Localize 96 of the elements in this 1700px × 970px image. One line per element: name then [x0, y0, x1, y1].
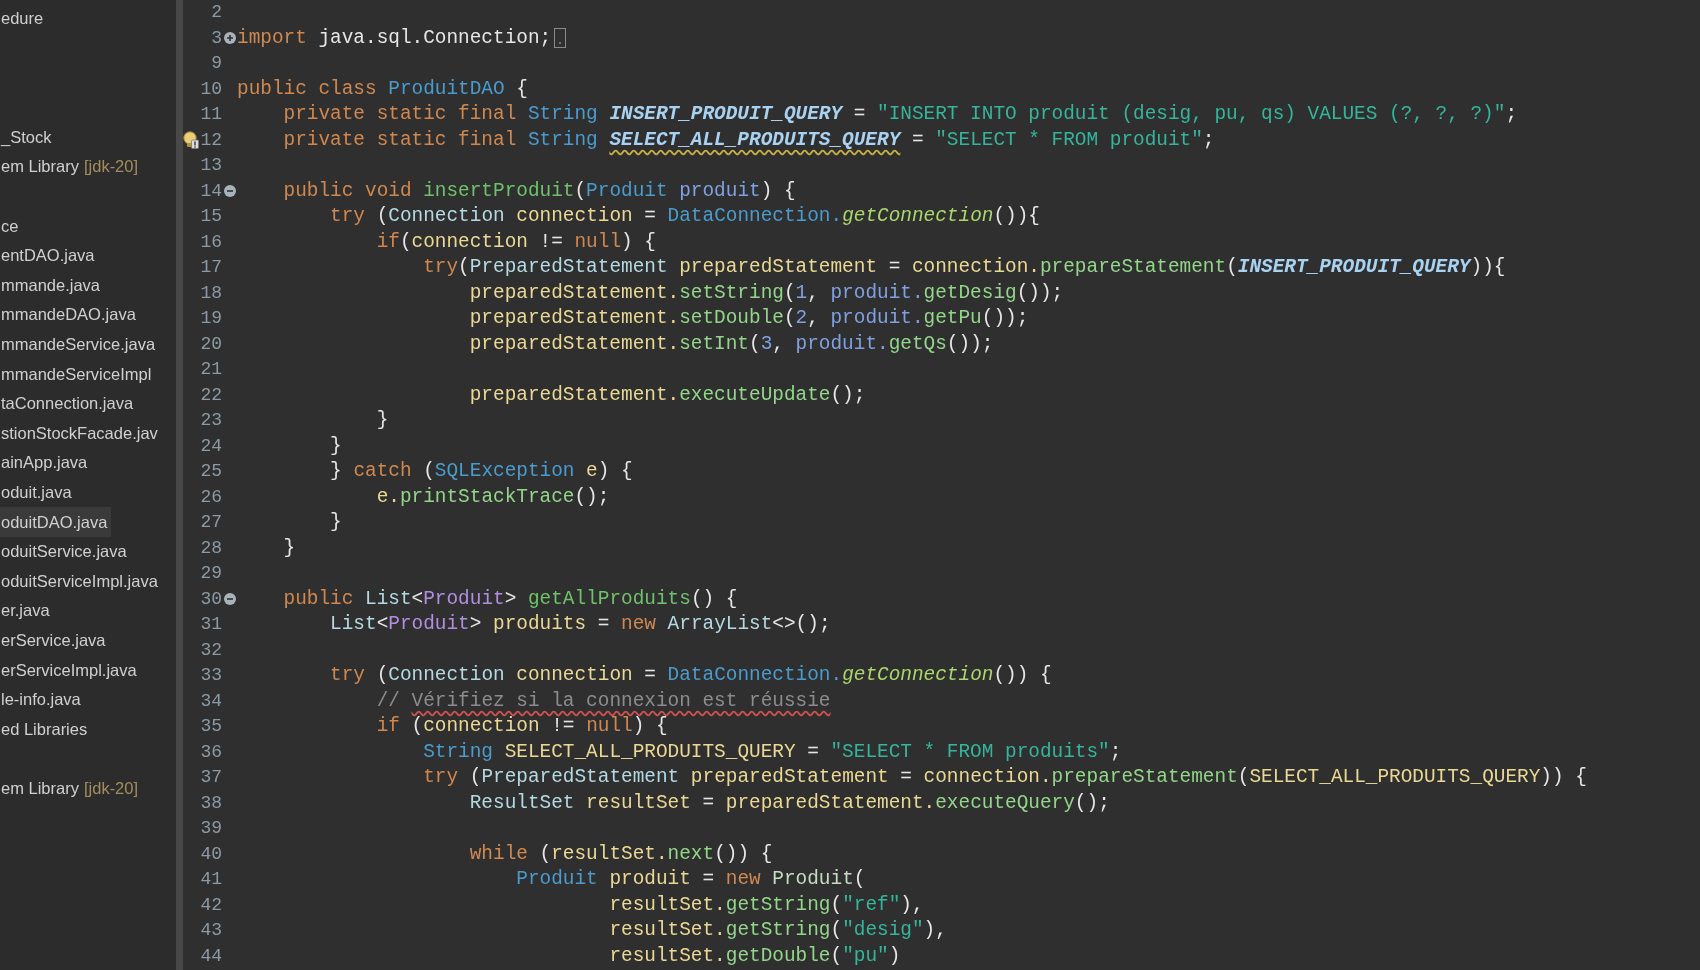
folded-code-icon[interactable]: [554, 28, 567, 49]
tree-item[interactable]: ed Libraries: [0, 714, 92, 744]
line-number: 27: [200, 511, 222, 534]
code-line: while (resultSet.next()) {: [469, 841, 773, 867]
tree-item[interactable]: mmandeService.java: [0, 329, 160, 360]
code-line: import java.sql.Connection;: [237, 25, 552, 51]
code-line: }: [376, 408, 389, 433]
line-number: 23: [200, 409, 222, 432]
code-line: }: [330, 433, 342, 459]
tree-item[interactable]: oduitDAO.java: [0, 507, 112, 537]
tree-item[interactable]: oduitService.java: [0, 536, 131, 567]
minus-circle-icon[interactable]: [223, 593, 236, 606]
line-number: 31: [200, 613, 222, 636]
line-number: 12: [200, 128, 222, 152]
code-line: private static final String SELECT_ALL_PRODUITS_QUERY = "SELECT * FROM produit";: [283, 127, 1215, 153]
code-line: public class ProduitDAO {: [237, 76, 528, 102]
line-number: 38: [200, 791, 222, 815]
line-number: 17: [200, 256, 222, 279]
line-number: 30: [200, 587, 222, 611]
code-line: Produit produit = new Produit(: [516, 867, 866, 892]
code-line: }: [330, 510, 342, 535]
code-line: preparedStatement.executeUpdate();: [469, 382, 866, 408]
line-number: 3: [211, 26, 222, 50]
line-number: 14: [200, 179, 222, 203]
line-number: 34: [200, 689, 222, 713]
code-line: try (PreparedStatement preparedStatement = connection.prepareStatement(SELECT_ALL_PRODUITS_QUERY)) {: [423, 765, 1587, 790]
line-number: 16: [200, 230, 222, 254]
tree-item[interactable]: erService.java: [0, 625, 110, 656]
line-number: 2: [211, 1, 222, 24]
line-number: 32: [200, 638, 222, 662]
code-line: try (Connection connection = DataConnection.getConnection()){: [330, 204, 1040, 229]
line-number: 41: [200, 868, 222, 891]
line-number: 35: [200, 715, 222, 738]
line-number: 29: [200, 562, 222, 585]
plus-circle-icon[interactable]: [223, 32, 236, 45]
tree-item[interactable]: le-info.java: [0, 684, 85, 715]
line-number: 43: [200, 919, 222, 942]
line-number: 10: [200, 77, 222, 101]
tree-item[interactable]: ainApp.java: [0, 447, 92, 478]
tree-item[interactable]: mmande.java: [0, 270, 105, 300]
line-number: 36: [200, 740, 222, 764]
code-line: public List<Produit> getAllProduits() {: [283, 586, 738, 612]
line-number: 15: [200, 205, 222, 228]
code-line: String SELECT_ALL_PRODUITS_QUERY = "SELECT * FROM produits";: [423, 739, 1122, 765]
line-number: 18: [200, 281, 222, 305]
minus-circle-icon[interactable]: [223, 185, 236, 198]
code-line: resultSet.getString("desig"),: [609, 918, 947, 943]
line-number: 37: [200, 766, 222, 789]
code-line: List<Produit> produits = new ArrayList<>();: [330, 612, 831, 637]
line-number: 19: [200, 307, 222, 330]
code-line: preparedStatement.setString(1, produit.getDesig());: [469, 280, 1064, 306]
line-number: 13: [200, 154, 222, 177]
code-line: if (connection != null) {: [376, 714, 668, 739]
tree-item[interactable]: em Library [jdk-20]: [0, 152, 143, 182]
line-number: 42: [200, 893, 222, 917]
tree-item[interactable]: entDAO.java: [0, 240, 99, 271]
line-number: 39: [200, 817, 222, 840]
line-number: 21: [200, 358, 222, 381]
tree-item[interactable]: taConnection.java: [0, 388, 138, 419]
code-line: if(connection != null) {: [376, 229, 656, 255]
tree-item[interactable]: stionStockFacade.jav: [0, 418, 162, 448]
tree-item[interactable]: mmandeDAO.java: [0, 299, 140, 330]
code-line: try(PreparedStatement preparedStatement = connection.prepareStatement(INSERT_PRODUIT_QUERY)){: [423, 255, 1506, 280]
code-line: } catch (SQLException e) {: [330, 459, 633, 484]
line-number: 20: [200, 332, 222, 356]
line-number: 25: [200, 460, 222, 483]
code-line: resultSet.getDouble("pu"): [609, 943, 901, 969]
code-line: try (Connection connection = DataConnection.getConnection()) {: [330, 663, 1052, 688]
line-number: 33: [200, 664, 222, 687]
code-line: preparedStatement.setDouble(2, produit.getPu());: [469, 306, 1029, 331]
code-line: private static final String INSERT_PRODUIT_QUERY = "INSERT INTO produit (desig, pu, qs) VALUES (?, ?, ?)";: [283, 102, 1518, 127]
tree-item[interactable]: edure: [0, 4, 48, 34]
line-number: 28: [200, 536, 222, 560]
tree-item[interactable]: em Library [jdk-20]: [0, 773, 143, 804]
code-line: e.printStackTrace();: [376, 484, 610, 510]
code-line: // Vérifiez si la connexion est réussie: [376, 688, 831, 714]
code-line: }: [283, 535, 296, 561]
line-number: 9: [211, 52, 222, 75]
code-line: public void insertProduit(Produit produit) {: [283, 178, 796, 204]
tree-item[interactable]: ce: [0, 211, 23, 241]
code-line: ResultSet resultSet = preparedStatement.executeQuery();: [469, 790, 1110, 816]
code-line: resultSet.getString("ref"),: [609, 892, 924, 918]
line-number: 40: [200, 842, 222, 866]
tree-item[interactable]: erServiceImpl.java: [0, 655, 141, 685]
tree-item[interactable]: _Stock: [0, 122, 56, 152]
tree-item[interactable]: er.java: [0, 595, 54, 626]
lightbulb-warning-icon[interactable]: [183, 131, 199, 150]
line-number: 11: [200, 103, 222, 126]
tree-item[interactable]: oduitServiceImpl.java: [0, 566, 162, 596]
line-number: 44: [200, 944, 222, 968]
tree-item[interactable]: oduit.java: [0, 477, 76, 508]
line-number: 24: [200, 434, 222, 458]
tree-item[interactable]: mmandeServiceImpl: [0, 359, 156, 389]
line-number: 22: [200, 383, 222, 407]
code-line: preparedStatement.setInt(3, produit.getQs());: [469, 331, 994, 357]
line-number: 26: [200, 485, 222, 509]
